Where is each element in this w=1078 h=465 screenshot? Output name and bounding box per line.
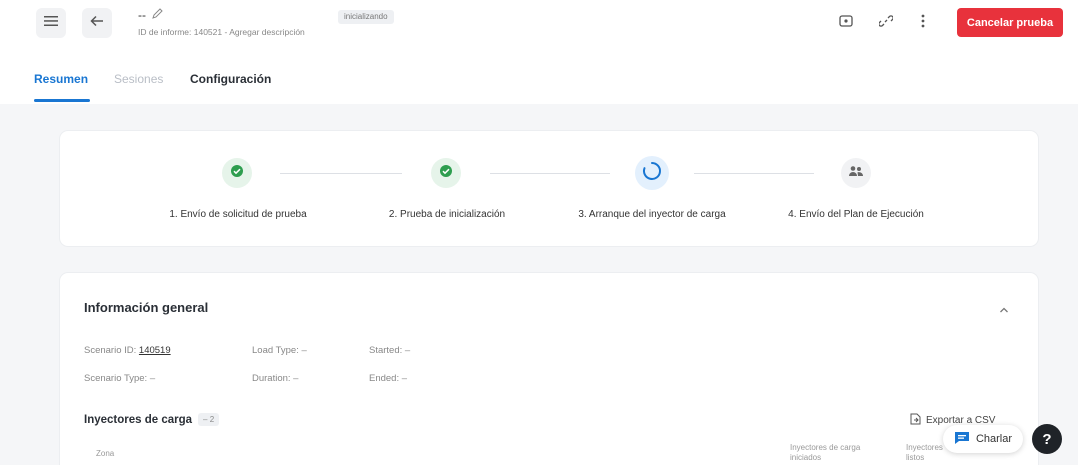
active-tab-indicator bbox=[34, 99, 90, 102]
step-1-label: 1. Envío de solicitud de prueba bbox=[169, 209, 307, 220]
collapse-button[interactable] bbox=[997, 303, 1011, 317]
question-mark-icon: ? bbox=[1042, 430, 1052, 448]
step-1-indicator bbox=[222, 158, 252, 188]
column-injectors-started: Inyectores de carga iniciados bbox=[790, 443, 861, 462]
status-badge: inicializando bbox=[338, 10, 394, 24]
step-4-indicator bbox=[841, 158, 871, 188]
more-vert-icon bbox=[921, 14, 925, 33]
step-3-label: 3. Arranque del inyector de carga bbox=[578, 209, 726, 220]
tab-sesiones[interactable]: Sesiones bbox=[114, 72, 163, 86]
hamburger-icon bbox=[44, 14, 58, 32]
top-bar: -- ID de informe: 140521 - Agregar descr… bbox=[0, 0, 1078, 46]
record-icon bbox=[839, 14, 853, 32]
screen-record-button[interactable] bbox=[837, 14, 855, 32]
general-info-title: Información general bbox=[84, 300, 209, 315]
step-3-indicator bbox=[635, 156, 669, 190]
ended: Ended: – bbox=[369, 373, 408, 384]
chevron-up-icon bbox=[997, 304, 1011, 321]
report-title-row: -- bbox=[138, 8, 163, 22]
scenario-id-label: Scenario ID: bbox=[84, 345, 137, 356]
column-injectors-ready: Inyectores listos bbox=[906, 443, 943, 462]
arrow-left-icon bbox=[90, 14, 104, 32]
progress-stepper: 1. Envío de solicitud de prueba 2. Prueb… bbox=[60, 131, 1038, 246]
help-button[interactable]: ? bbox=[1032, 424, 1062, 454]
share-link-button[interactable] bbox=[877, 14, 895, 32]
check-circle-icon bbox=[230, 164, 244, 183]
more-options-button[interactable] bbox=[914, 14, 932, 32]
tab-configuracion[interactable]: Configuración bbox=[190, 72, 271, 86]
injector-count-badge: – 2 bbox=[198, 413, 220, 426]
users-icon bbox=[848, 164, 864, 182]
load-injectors-heading: Inyectores de carga – 2 bbox=[84, 413, 220, 426]
started: Started: – bbox=[369, 345, 411, 356]
report-title: -- bbox=[138, 8, 146, 22]
export-file-icon bbox=[910, 413, 921, 428]
load-type: Load Type: – bbox=[252, 345, 307, 356]
pencil-icon[interactable] bbox=[152, 8, 163, 22]
tab-bar: Resumen Sesiones Configuración bbox=[0, 62, 1078, 104]
scenario-type: Scenario Type: – bbox=[84, 373, 156, 384]
step-connector bbox=[490, 173, 610, 174]
tab-resumen[interactable]: Resumen bbox=[34, 72, 88, 86]
duration: Duration: – bbox=[252, 373, 299, 384]
check-circle-icon bbox=[439, 164, 453, 183]
general-info-card: Información general Scenario ID: 140519 … bbox=[60, 273, 1038, 465]
column-zone: Zona bbox=[96, 449, 115, 458]
step-2-label: 2. Prueba de inicialización bbox=[388, 209, 506, 220]
cancel-test-button[interactable]: Cancelar prueba bbox=[957, 8, 1063, 37]
chat-label: Charlar bbox=[975, 433, 1013, 445]
chat-button[interactable]: Charlar bbox=[943, 425, 1023, 453]
menu-button[interactable] bbox=[36, 8, 66, 38]
step-4-label: 4. Envío del Plan de Ejecución bbox=[788, 209, 924, 220]
loading-spinner-icon bbox=[642, 161, 662, 186]
back-button[interactable] bbox=[82, 8, 112, 38]
link-icon bbox=[878, 14, 894, 33]
step-connector bbox=[280, 173, 402, 174]
chat-bubble-icon bbox=[954, 431, 970, 448]
scenario-id: Scenario ID: 140519 bbox=[84, 345, 171, 356]
scenario-id-link[interactable]: 140519 bbox=[139, 345, 171, 356]
step-connector bbox=[694, 173, 814, 174]
step-2-indicator bbox=[431, 158, 461, 188]
load-injectors-title: Inyectores de carga bbox=[84, 413, 193, 426]
report-subtitle[interactable]: ID de informe: 140521 - Agregar descripc… bbox=[138, 27, 305, 37]
